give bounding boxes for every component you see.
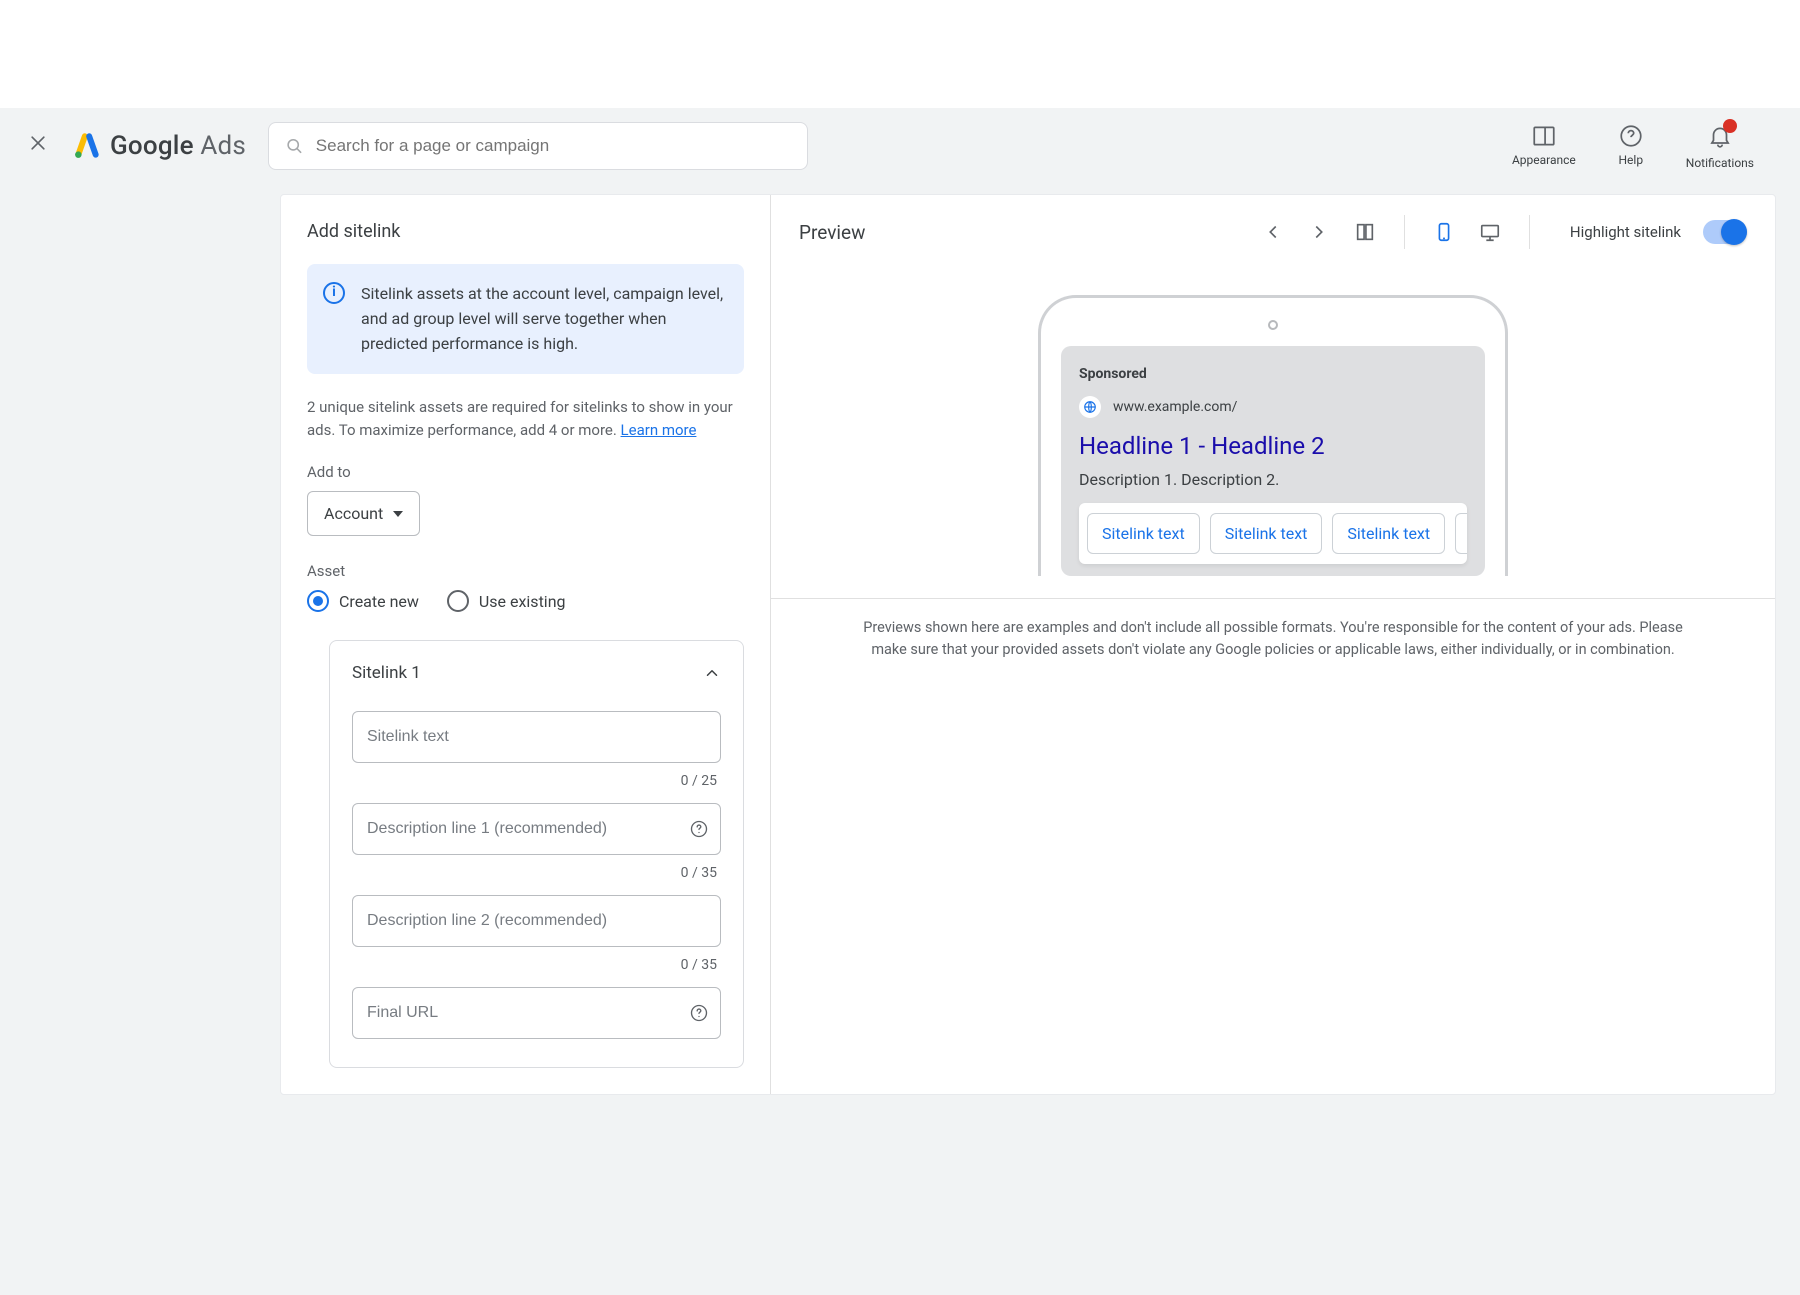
chevron-right-icon <box>1308 221 1330 243</box>
description2-counter: 0 / 35 <box>352 957 717 973</box>
chevron-left-icon <box>1262 221 1284 243</box>
prev-button[interactable] <box>1256 215 1290 249</box>
ad-description: Description 1. Description 2. <box>1079 470 1467 489</box>
help-button[interactable]: Help <box>1618 123 1644 170</box>
close-icon[interactable] <box>24 133 52 159</box>
columns-icon <box>1354 221 1376 243</box>
radio-existing-label: Use existing <box>479 592 566 611</box>
ad-headline: Headline 1 - Headline 2 <box>1079 432 1467 460</box>
chevron-up-icon[interactable] <box>703 664 721 682</box>
sitelink-chip[interactable]: Sitelink text <box>1210 513 1323 554</box>
sitelink-card-title: Sitelink 1 <box>352 663 421 683</box>
desktop-icon <box>1479 221 1501 243</box>
help-label: Help <box>1618 153 1643 167</box>
mobile-icon <box>1433 221 1455 243</box>
preview-stage: Sponsored www.example.com/ Headline 1 - … <box>771 269 1775 1094</box>
add-to-label: Add to <box>307 463 744 481</box>
page-title: Add sitelink <box>307 221 744 242</box>
form-column: Add sitelink i Sitelink assets at the ac… <box>281 195 771 1094</box>
appearance-icon <box>1531 123 1557 149</box>
requirements-text: 2 unique sitelink assets are required fo… <box>307 396 744 441</box>
radio-create-label: Create new <box>339 592 419 611</box>
preview-column: Preview Highlight sitelink Sponsored <box>771 195 1775 1094</box>
final-url-field[interactable] <box>352 987 721 1039</box>
highlight-toggle[interactable] <box>1703 220 1747 244</box>
search-icon <box>285 136 304 156</box>
topbar: Google Ads Appearance Help Notifications <box>0 108 1800 194</box>
brand-text: Google Ads <box>110 131 246 161</box>
sitelink-chip[interactable]: Sitelink text <box>1332 513 1445 554</box>
learn-more-link[interactable]: Learn more <box>621 421 697 439</box>
sitelink-chip[interactable]: Sitelink text <box>1087 513 1200 554</box>
add-to-value: Account <box>324 504 383 523</box>
appearance-label: Appearance <box>1512 153 1576 167</box>
info-callout: i Sitelink assets at the account level, … <box>307 264 744 374</box>
preview-title: Preview <box>799 221 865 244</box>
google-ads-logo-icon <box>74 133 100 159</box>
asset-radio-group: Create new Use existing <box>307 590 744 612</box>
description1-field[interactable] <box>352 803 721 855</box>
main-panel: Add sitelink i Sitelink assets at the ac… <box>280 194 1776 1095</box>
advertiser-row: www.example.com/ <box>1079 396 1467 418</box>
sitelink-card: Sitelink 1 0 / 25 0 / 35 0 / 35 <box>329 640 744 1068</box>
help-icon <box>1618 123 1644 149</box>
sitelink-chip[interactable]: Sitelink te <box>1455 513 1467 554</box>
ad-preview: Sponsored www.example.com/ Headline 1 - … <box>1061 346 1485 576</box>
desktop-view-button[interactable] <box>1473 215 1507 249</box>
preview-toolbar: Preview Highlight sitelink <box>771 195 1775 269</box>
globe-icon <box>1079 396 1101 418</box>
notifications-label: Notifications <box>1686 156 1754 170</box>
radio-icon <box>447 590 469 612</box>
info-icon: i <box>323 282 345 304</box>
device-frame: Sponsored www.example.com/ Headline 1 - … <box>1038 295 1508 576</box>
caret-down-icon <box>393 511 403 517</box>
asset-label: Asset <box>307 562 744 580</box>
radio-icon <box>307 590 329 612</box>
search-input[interactable] <box>268 122 808 170</box>
radio-create-new[interactable]: Create new <box>307 590 419 612</box>
mobile-view-button[interactable] <box>1427 215 1461 249</box>
notifications-button[interactable]: Notifications <box>1686 123 1754 170</box>
sponsored-label: Sponsored <box>1079 366 1467 382</box>
notification-badge <box>1723 119 1737 133</box>
add-to-select[interactable]: Account <box>307 491 420 536</box>
sitelink-text-field[interactable] <box>352 711 721 763</box>
radio-use-existing[interactable]: Use existing <box>447 590 566 612</box>
help-icon[interactable] <box>689 1003 709 1023</box>
device-speaker-icon <box>1268 320 1278 330</box>
sitelink-text-counter: 0 / 25 <box>352 773 717 789</box>
compare-button[interactable] <box>1348 215 1382 249</box>
brand: Google Ads <box>74 131 246 161</box>
info-callout-text: Sitelink assets at the account level, ca… <box>361 284 723 353</box>
help-icon[interactable] <box>689 819 709 839</box>
preview-disclaimer: Previews shown here are examples and don… <box>771 598 1775 680</box>
ad-domain: www.example.com/ <box>1113 399 1237 415</box>
description2-field[interactable] <box>352 895 721 947</box>
header-actions: Appearance Help Notifications <box>1512 123 1776 170</box>
sitelink-row: Sitelink text Sitelink text Sitelink tex… <box>1079 503 1467 564</box>
next-button[interactable] <box>1302 215 1336 249</box>
description1-counter: 0 / 35 <box>352 865 717 881</box>
appearance-button[interactable]: Appearance <box>1512 123 1576 170</box>
highlight-label: Highlight sitelink <box>1570 223 1681 241</box>
